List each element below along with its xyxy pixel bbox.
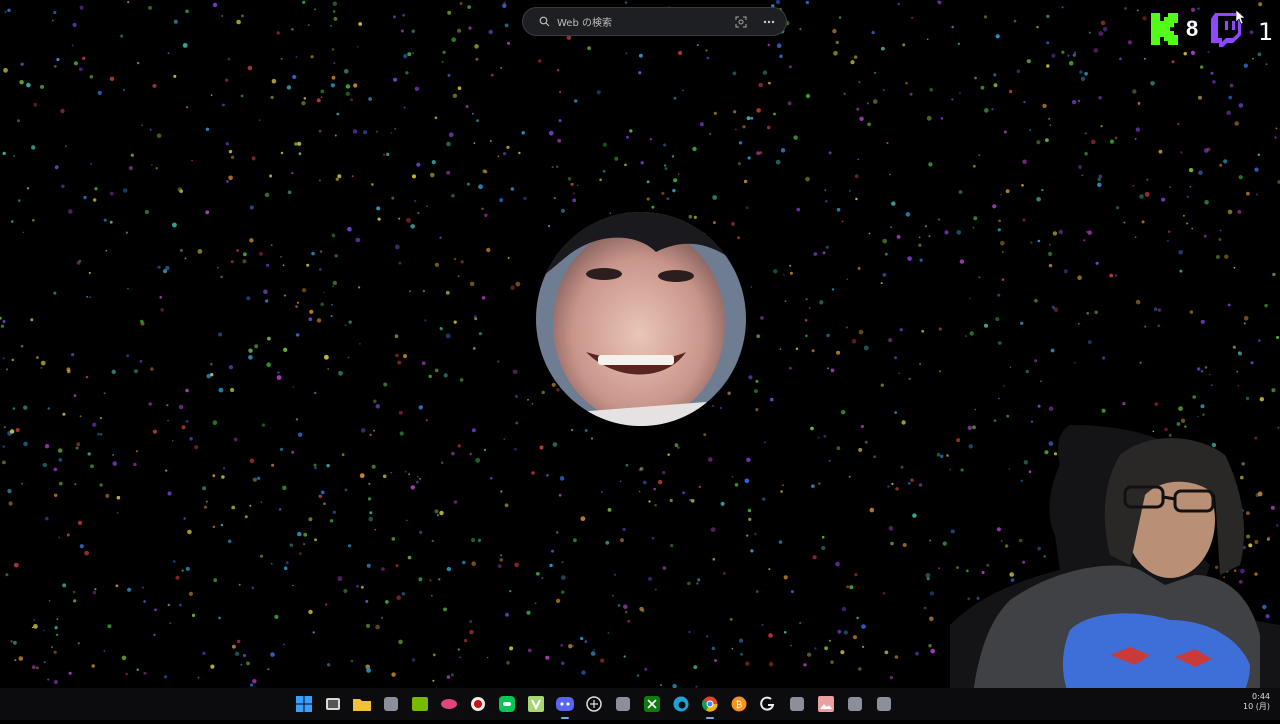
twitch-viewer-count: 1 [1258, 18, 1274, 46]
clock-time: 0:44 [1252, 692, 1270, 701]
streamer-webcam [950, 425, 1280, 720]
app-icon[interactable] [611, 692, 635, 716]
app-icon[interactable] [872, 692, 896, 716]
kick-logo-icon [1151, 13, 1178, 45]
logitech-icon[interactable] [756, 692, 780, 716]
app-icon[interactable] [379, 692, 403, 716]
v-app-icon[interactable] [524, 692, 548, 716]
windows-start-icon[interactable] [292, 692, 316, 716]
guest-face-image [536, 212, 746, 426]
record-icon[interactable] [466, 692, 490, 716]
search-input[interactable]: Web の検索 [557, 14, 734, 29]
image-app-icon[interactable] [814, 692, 838, 716]
bitcoin-app-icon[interactable]: ₿ [727, 692, 751, 716]
file-explorer-icon[interactable] [350, 692, 374, 716]
kick-viewer-count: 8 [1186, 16, 1199, 41]
search-icon [537, 15, 551, 29]
app-icon[interactable] [843, 692, 867, 716]
nvidia-icon[interactable] [408, 692, 432, 716]
app-icon[interactable] [785, 692, 809, 716]
mouse-cursor-icon [1236, 10, 1245, 24]
svg-text:₿: ₿ [736, 700, 743, 711]
windows-taskbar: ₿ [0, 688, 1280, 720]
task-view-icon[interactable] [321, 692, 345, 716]
clock-date: 10 (月) [1243, 702, 1270, 711]
xbox-icon[interactable] [640, 692, 664, 716]
visual-search-icon[interactable] [734, 15, 748, 29]
edge-icon[interactable] [669, 692, 693, 716]
web-search-bar[interactable]: Web の検索 [522, 7, 787, 36]
taskbar-pinned-apps: ₿ [292, 692, 896, 719]
chrome-icon[interactable] [698, 692, 722, 719]
lips-app-icon[interactable] [437, 692, 461, 716]
chatgpt-icon[interactable] [582, 692, 606, 716]
more-options-icon[interactable] [762, 15, 776, 29]
line-icon[interactable] [495, 692, 519, 716]
system-clock[interactable]: 0:44 10 (月) [1243, 692, 1270, 712]
discord-icon[interactable] [553, 692, 577, 719]
